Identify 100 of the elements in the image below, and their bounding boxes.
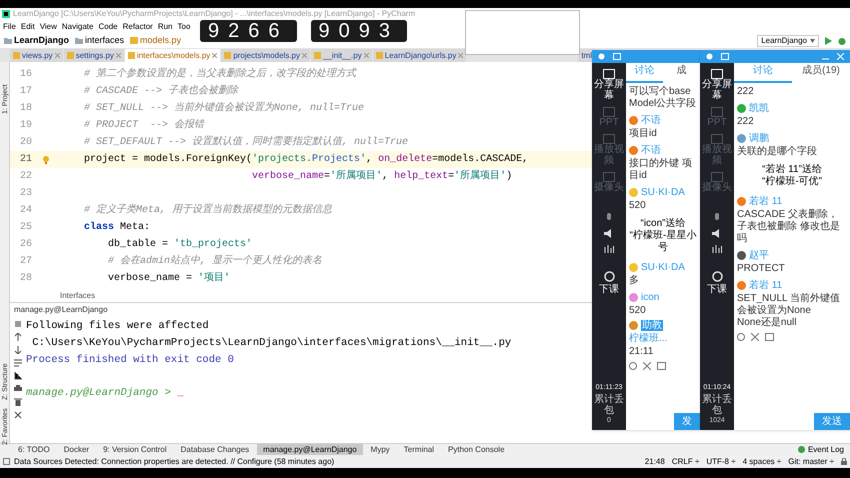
print-icon[interactable] — [14, 385, 22, 393]
microphone-icon[interactable] — [713, 213, 721, 223]
username: 凯凯 — [749, 102, 769, 116]
status-item[interactable]: Git: master ÷ — [788, 456, 834, 468]
menu-item[interactable]: Navigate — [62, 20, 94, 32]
editor-tab[interactable]: LearnDjango\urls.py — [372, 49, 466, 62]
run-tab[interactable]: manage.py@LearnDjango — [14, 304, 108, 316]
username: 不语 — [641, 114, 661, 128]
scissors-icon[interactable] — [751, 333, 759, 341]
chat-message: 多 — [629, 275, 640, 287]
end-class-button[interactable]: 下课 — [599, 282, 619, 297]
breadcrumb-item[interactable]: interfaces — [85, 34, 124, 48]
code-line: verbose_name = '项目' — [107, 272, 230, 286]
chat-tab[interactable]: 成员(19) — [792, 63, 850, 83]
username: 赵平 — [749, 248, 769, 263]
scissors-icon[interactable] — [643, 362, 651, 370]
image-icon[interactable] — [765, 333, 774, 341]
gift-notice: “icon”送给 — [640, 218, 686, 230]
editor-tab[interactable]: __init__.py — [311, 49, 372, 62]
editor-tab[interactable]: projects\models.py — [221, 49, 310, 62]
status-item[interactable]: 4 spaces ÷ — [742, 456, 782, 468]
menu-item[interactable]: File — [3, 20, 16, 32]
line-number: 18 — [18, 102, 32, 116]
tool-window-tab[interactable]: manage.py@LearnDjango — [257, 444, 363, 455]
status-item[interactable]: CRLF ÷ — [672, 456, 700, 468]
menu-item[interactable]: Code — [98, 20, 118, 32]
sidebar-tool[interactable]: 分享屏幕 — [594, 79, 624, 101]
status-message[interactable]: Data Sources Detected: Connection properties are detected. // Configure (58 minutes ago) — [14, 456, 334, 468]
console-line: Following files were affected — [26, 318, 209, 334]
line-number: 17 — [18, 85, 32, 99]
code-line: db_table = 'tb_projects' — [107, 238, 252, 252]
lightbulb-icon[interactable] — [43, 156, 49, 164]
menu-item[interactable]: Refactor — [122, 20, 153, 32]
line-number: 22 — [18, 170, 32, 184]
status-item[interactable]: 21:48 — [644, 456, 665, 468]
lock-icon[interactable] — [841, 458, 847, 465]
code-line: # 会在admin站点中, 显示一个更人性化的表名 — [107, 254, 322, 269]
chat-message: 21:11 — [629, 346, 654, 358]
status-item[interactable]: UTF-8 ÷ — [706, 456, 736, 468]
line-number: 28 — [18, 272, 32, 286]
window-title: LearnDjango [C:\Users\KeYou\PycharmProjects\LearnDjango] - ...\interfaces\models.py [LearnDjango] - PyCharm — [13, 8, 416, 20]
code-line: # 第二个参数设置的是，当父表删除之后，改字段的处理方式 — [83, 67, 356, 82]
menu-item[interactable]: Run — [158, 20, 173, 32]
editor-tab[interactable]: interfaces\models.py — [124, 49, 220, 62]
menu-item[interactable]: Edit — [20, 20, 35, 32]
speaker-icon[interactable] — [712, 229, 722, 238]
chat-message: 222 — [737, 116, 755, 128]
code-line: class Meta: — [83, 220, 150, 235]
tool-window-tab[interactable]: Docker — [58, 444, 96, 455]
close-icon[interactable] — [14, 411, 22, 419]
counter-overlay: 9266 — [200, 20, 296, 42]
debug-icon[interactable] — [838, 36, 846, 44]
image-icon[interactable] — [657, 362, 666, 370]
tool-window-tab[interactable]: Terminal — [398, 444, 440, 455]
editor-tab[interactable]: views.py — [10, 49, 63, 62]
tool-window-tab[interactable]: 9: Version Control — [97, 444, 173, 455]
code-breadcrumb[interactable]: Interfaces — [60, 290, 96, 302]
chat-message: None还是null — [737, 317, 798, 329]
username: 调鹏 — [749, 132, 769, 146]
tool-window-tab[interactable]: Database Changes — [174, 444, 256, 455]
editor-tab[interactable]: settings.py — [64, 49, 124, 62]
tool-window-tab[interactable]: Python Console — [442, 444, 511, 455]
microphone-icon[interactable] — [605, 213, 613, 223]
trash-icon[interactable] — [14, 398, 22, 406]
chat-message: 520 — [629, 305, 647, 317]
line-number: 27 — [18, 255, 32, 269]
stop-icon[interactable] — [14, 320, 22, 328]
breadcrumb-item[interactable]: LearnDjango — [14, 34, 70, 48]
equalizer-icon[interactable] — [604, 244, 614, 253]
menu-item[interactable]: View — [40, 20, 57, 32]
folder-icon — [4, 37, 12, 44]
down-arrow-icon[interactable] — [14, 346, 22, 354]
tool-window-tab[interactable]: 6: TODO — [12, 444, 56, 455]
line-number: 20 — [18, 136, 32, 150]
code-line: project = models.ForeignKey('projects.Projects', on_delete=models.CASCADE, — [83, 152, 528, 167]
username: SU·KI·DA — [641, 261, 685, 275]
chat-message: 222 — [737, 86, 755, 98]
chat-tab[interactable]: 成 — [663, 63, 700, 83]
line-number: 24 — [18, 204, 32, 218]
event-log-icon — [798, 446, 805, 453]
console-line: Process finished with exit code 0 — [26, 352, 234, 368]
run-config-dropdown[interactable]: LearnDjango — [757, 34, 819, 46]
code-line: # PROJECT --> 会报错 — [83, 118, 204, 133]
chat-message: 项目id — [629, 128, 658, 140]
speaker-icon[interactable] — [604, 229, 614, 238]
menu-item[interactable]: Too — [178, 20, 190, 32]
wrap-icon[interactable] — [14, 359, 22, 367]
end-class-button[interactable]: 下课 — [707, 282, 727, 297]
equalizer-icon[interactable] — [712, 244, 722, 253]
tool-window-tab[interactable]: Mypy — [364, 444, 396, 455]
up-arrow-icon[interactable] — [14, 333, 22, 341]
sidebar-tool[interactable]: 分享屏幕 — [702, 79, 732, 101]
breadcrumb-item[interactable]: models.py — [140, 34, 182, 48]
chat-message: 520 — [629, 200, 647, 212]
chat-message: 可以写个baseModel公共字段 — [629, 86, 697, 110]
role-badge: 助教 — [641, 320, 663, 331]
chat-message: 关联的是哪个字段 — [737, 146, 818, 158]
line-number: 21 — [18, 153, 32, 167]
event-log-button[interactable]: Event Log — [808, 444, 844, 456]
run-icon[interactable] — [825, 36, 832, 44]
